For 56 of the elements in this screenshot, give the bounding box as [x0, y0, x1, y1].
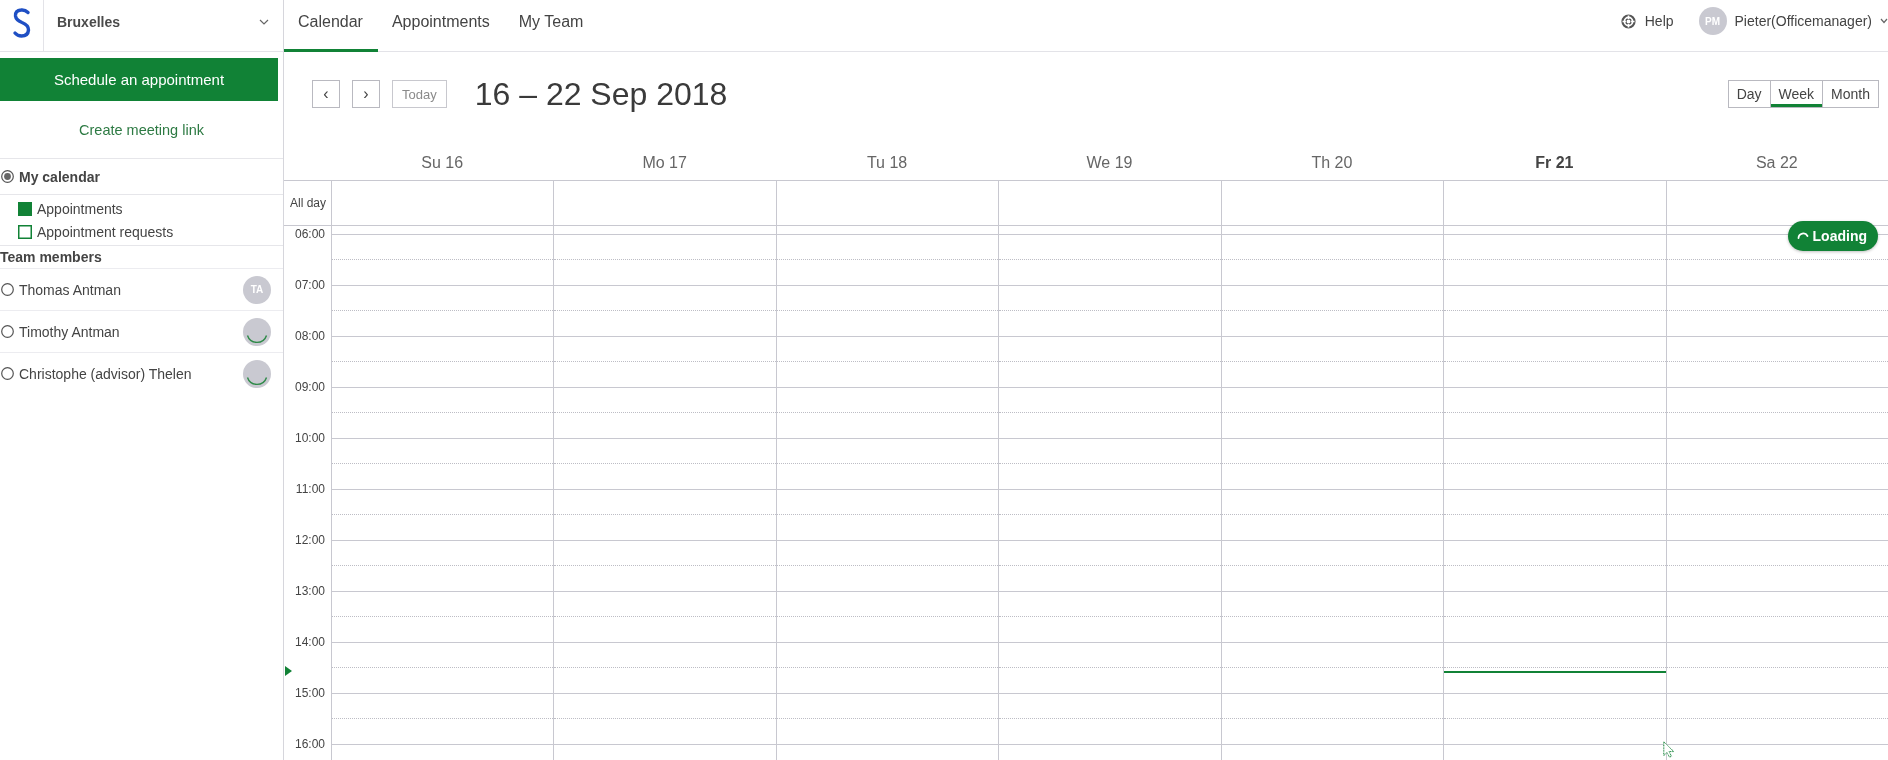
- nav-tab[interactable]: Calendar: [284, 0, 378, 52]
- radio-button[interactable]: [1, 170, 14, 183]
- time-label: 06:00: [294, 227, 325, 241]
- time-label: 07:00: [294, 278, 325, 292]
- day-header: Fr 21: [1535, 154, 1574, 172]
- day-header: Tu 18: [866, 154, 908, 172]
- team-member-name[interactable]: Christophe (advisor) Thelen: [19, 365, 243, 382]
- radio-button[interactable]: [1, 283, 14, 296]
- schedule-appointment-button[interactable]: Schedule an appointment: [0, 58, 278, 101]
- section-heading: Team members: [0, 249, 102, 265]
- logo-icon[interactable]: [10, 6, 33, 39]
- loading-toast: Loading: [1787, 221, 1878, 251]
- time-label: 14:00: [294, 635, 325, 649]
- view-toggle[interactable]: Month: [1822, 80, 1879, 108]
- legend-label: Appointments: [37, 201, 123, 217]
- location-dropdown[interactable]: Bruxelles: [44, 0, 283, 51]
- view-toggle[interactable]: Week: [1769, 80, 1824, 108]
- day-header: Mo 17: [642, 154, 687, 172]
- time-label: 09:00: [294, 380, 325, 394]
- day-header: Su 16: [421, 154, 464, 172]
- legend-swatch-icon: [18, 202, 32, 216]
- day-header: Th 20: [1311, 154, 1353, 172]
- avatar-icon: [243, 359, 271, 388]
- help-link[interactable]: Help: [1620, 13, 1674, 29]
- help-icon: [1620, 13, 1636, 29]
- mouse-pointer-icon: [1663, 741, 1675, 758]
- time-label: 16:00: [294, 737, 325, 751]
- day-header: We 19: [1086, 154, 1133, 172]
- time-label: 08:00: [294, 329, 325, 343]
- radio-button[interactable]: [1, 325, 14, 338]
- view-toggle[interactable]: Day: [1727, 80, 1771, 108]
- legend-label: Appointment requests: [37, 224, 174, 240]
- today-button: Today: [392, 80, 447, 108]
- time-label: 13:00: [294, 584, 325, 598]
- date-range-title: 16 – 22 Sep 2018: [474, 75, 728, 113]
- next-week-button[interactable]: ›: [352, 80, 380, 108]
- all-day-label: All day: [289, 196, 326, 210]
- chevron-down-icon: [259, 18, 269, 25]
- legend-swatch-icon: [18, 225, 32, 239]
- time-label: 11:00: [295, 482, 325, 496]
- radio-button[interactable]: [1, 367, 14, 380]
- time-label: 15:00: [294, 686, 325, 700]
- meeting-link[interactable]: Create meeting link: [79, 121, 204, 138]
- calendar-label[interactable]: My calendar: [19, 168, 100, 185]
- team-member-name[interactable]: Timothy Antman: [19, 323, 243, 340]
- current-time-marker-icon: [285, 666, 292, 676]
- team-member-name[interactable]: Thomas Antman: [19, 281, 243, 298]
- nav-tab[interactable]: Appointments: [377, 0, 505, 52]
- time-label: 12:00: [294, 533, 325, 547]
- spinner-icon: [1796, 230, 1809, 242]
- previous-week-button[interactable]: ‹: [312, 80, 340, 108]
- nav-tab[interactable]: My Team: [504, 0, 599, 52]
- day-header: Sa 22: [1755, 154, 1798, 172]
- time-label: 10:00: [294, 431, 325, 445]
- caret-icon: [1880, 18, 1888, 24]
- avatar-icon: [243, 317, 271, 346]
